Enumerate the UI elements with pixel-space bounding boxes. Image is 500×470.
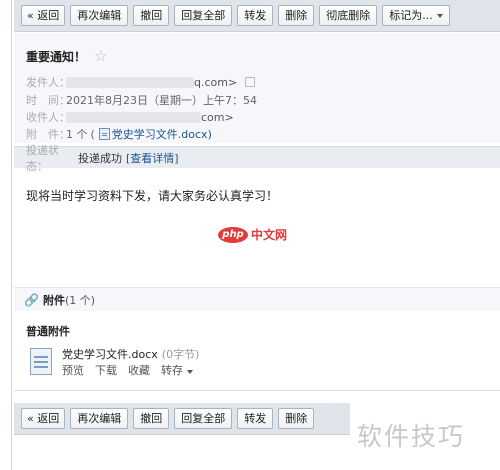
attachment-open-paren: ( [90, 127, 95, 141]
from-row: 发件人： q.com> [26, 74, 256, 90]
to-address-tail[interactable]: com> [201, 111, 234, 124]
email-header: 重要通知！ ☆ 发件人： q.com> 时 间： 2021年8月23日（星期一）… [14, 33, 500, 143]
chevron-down-icon [186, 370, 193, 374]
attachment-filename-link[interactable]: 党史学习文件.docx) [112, 126, 212, 142]
attachment-label: 附 件： [26, 128, 70, 141]
word-file-icon [30, 348, 52, 375]
to-label: 收件人： [26, 111, 70, 124]
time-label: 时 间： [26, 94, 70, 107]
time-row: 时 间： 2021年8月23日（星期一）上午7：54 [26, 92, 257, 108]
mark-as-label: 标记为... [389, 9, 433, 22]
status-label: 投递状态： [26, 143, 59, 173]
save-to-dropdown[interactable]: 转存 [161, 362, 193, 378]
attachments-section: 普通附件 党史学习文件.docx (0字节) 预览 下载 收藏 转存 [14, 311, 500, 391]
mark-as-dropdown[interactable]: 标记为... [382, 5, 450, 26]
add-contact-icon[interactable] [245, 77, 256, 87]
php-cn-logo: php 中文网 [218, 226, 287, 243]
php-logo-text: 中文网 [251, 228, 288, 242]
reply-all-button[interactable]: 回复全部 [174, 5, 233, 26]
back-button-bottom[interactable]: « 返回 [21, 408, 66, 429]
view-details-link[interactable]: [查看详情] [126, 150, 179, 166]
to-row: 收件人： com> [26, 109, 234, 125]
paperclip-icon: 🔗 [24, 292, 39, 307]
chevron-down-icon [436, 13, 443, 18]
attachments-header: 🔗 附件 (1 个) [14, 287, 500, 311]
attachment-count: 1 个 [66, 128, 88, 141]
to-address-redacted [66, 111, 201, 123]
file-name-text: 党史学习文件.docx [62, 348, 158, 361]
download-link[interactable]: 下载 [95, 362, 117, 378]
bottom-toolbar: « 返回 再次编辑 撤回 回复全部 转发 删除 [14, 403, 350, 435]
delete-permanently-button[interactable]: 彻底删除 [319, 5, 378, 26]
preview-link[interactable]: 预览 [62, 362, 84, 378]
delete-button[interactable]: 删除 [278, 5, 315, 26]
watermark-text: 软件技巧 [357, 422, 466, 451]
forward-button-bottom[interactable]: 转发 [237, 408, 274, 429]
recall-button-bottom[interactable]: 撤回 [133, 408, 170, 429]
left-panel-edge [0, 0, 12, 470]
back-button[interactable]: « 返回 [21, 5, 66, 26]
from-address-tail[interactable]: q.com> [194, 76, 237, 89]
status-value: 投递成功 [78, 151, 122, 165]
subject-text: 重要通知！ [26, 49, 87, 64]
email-subject: 重要通知！ ☆ [26, 47, 107, 65]
attachments-count: (1 个) [64, 293, 96, 307]
php-logo-mark: php [218, 226, 248, 243]
file-size: (0字节) [161, 348, 200, 361]
attachment-row: 附 件： 1 个 ( 党史学习文件.docx) [26, 126, 212, 142]
from-address-redacted [66, 76, 194, 88]
attachment-file-name: 党史学习文件.docx (0字节) [62, 346, 199, 362]
email-body: 现将当时学习资料下发，请大家务必认真学习！ [26, 189, 279, 203]
document-icon [98, 128, 110, 140]
star-icon[interactable]: ☆ [94, 47, 107, 65]
normal-attachments-label: 普通附件 [26, 325, 70, 338]
recall-button[interactable]: 撤回 [133, 5, 170, 26]
edit-again-button[interactable]: 再次编辑 [70, 5, 129, 26]
time-value: 2021年8月23日（星期一）上午7：54 [66, 94, 257, 107]
attachment-actions: 预览 下载 收藏 转存 [62, 362, 193, 378]
save-to-label: 转存 [161, 364, 183, 377]
forward-button[interactable]: 转发 [237, 5, 274, 26]
edit-again-button-bottom[interactable]: 再次编辑 [70, 408, 129, 429]
favorite-link[interactable]: 收藏 [128, 362, 150, 378]
delivery-status-bar: 投递状态： 投递成功 [查看详情] [14, 144, 500, 173]
top-toolbar: « 返回 再次编辑 撤回 回复全部 转发 删除 彻底删除 标记为... [14, 0, 500, 32]
attachments-title: 附件 [42, 293, 65, 307]
reply-all-button-bottom[interactable]: 回复全部 [174, 408, 233, 429]
delete-button-bottom[interactable]: 删除 [278, 408, 315, 429]
from-label: 发件人： [26, 76, 70, 89]
